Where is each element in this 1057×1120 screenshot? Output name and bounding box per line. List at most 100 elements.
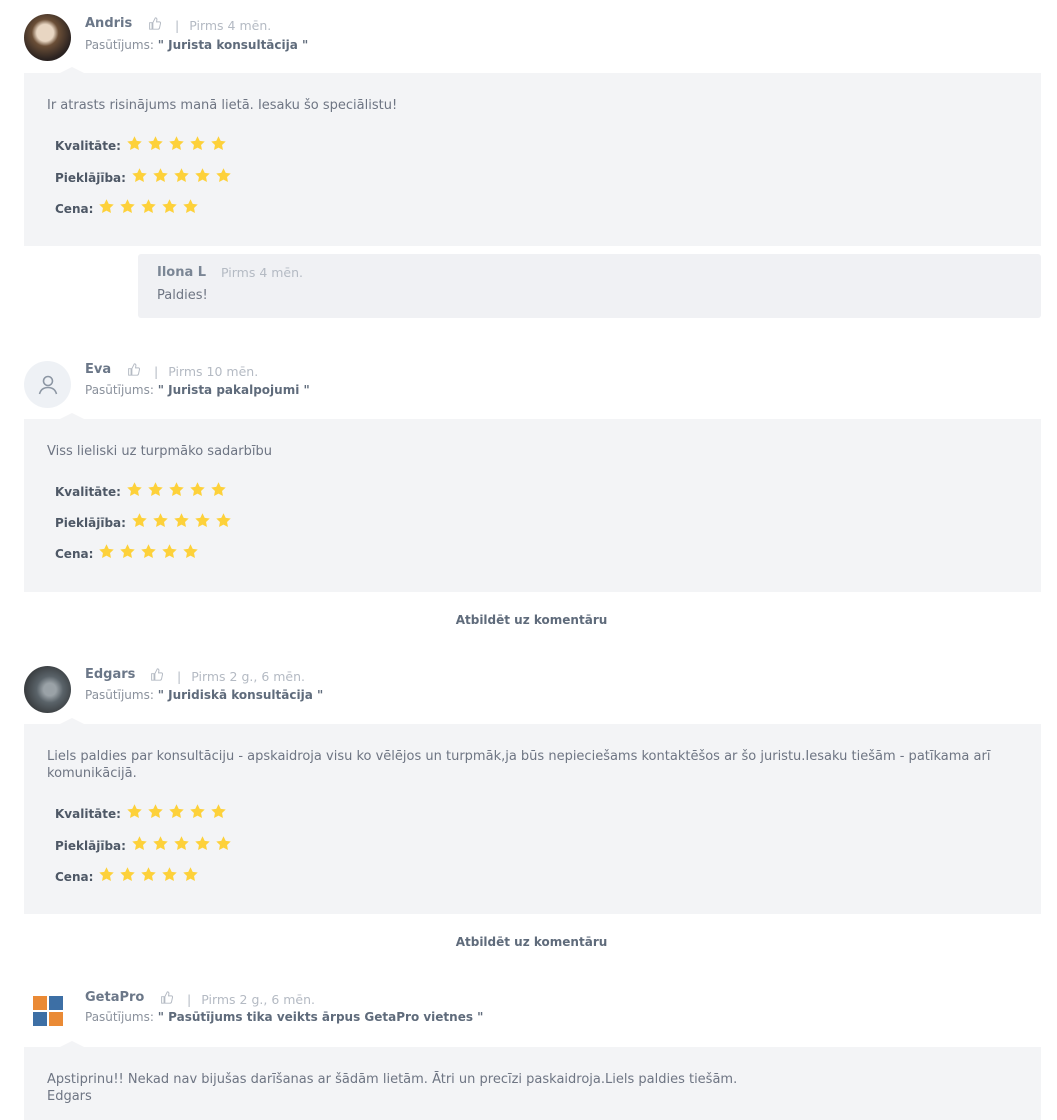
review-meta: | Pirms 2 g., 6 mēn. bbox=[160, 991, 315, 1007]
rating-row: Kvalitāte: bbox=[55, 135, 231, 153]
avatar[interactable] bbox=[24, 361, 71, 408]
rating-stars bbox=[98, 866, 203, 883]
star-icon bbox=[162, 867, 178, 882]
review-time: Pirms 10 mēn. bbox=[168, 363, 259, 379]
avatar[interactable] bbox=[24, 14, 71, 61]
rating-label: Cena: bbox=[55, 546, 94, 561]
rating-row: Cena: bbox=[55, 198, 203, 216]
reply-author[interactable]: Ilona L bbox=[157, 265, 206, 280]
review-time: Pirms 2 g., 6 mēn. bbox=[191, 668, 306, 684]
star-icon bbox=[174, 836, 189, 851]
logo-grid bbox=[33, 996, 63, 1026]
order-prefix: Pasūtījums: bbox=[85, 383, 154, 397]
rating-label: Pieklājība: bbox=[55, 515, 126, 530]
star-icon bbox=[190, 482, 205, 497]
thumbs-up-icon[interactable] bbox=[148, 17, 162, 33]
comment-signature: Edgars bbox=[47, 1089, 92, 1104]
star-icon bbox=[127, 136, 142, 151]
star-icon bbox=[141, 199, 157, 214]
thumbs-up-icon[interactable] bbox=[160, 991, 174, 1007]
rating-row: Pieklājība: bbox=[55, 835, 236, 853]
reply-to-comment-link[interactable]: Atbildēt uz komentāru bbox=[0, 613, 1057, 627]
user-icon bbox=[38, 375, 57, 394]
rating-label: Kvalitāte: bbox=[55, 138, 121, 153]
separator: | bbox=[177, 668, 182, 684]
reviewer-name[interactable]: Andris bbox=[85, 16, 132, 31]
star-icon bbox=[132, 168, 147, 183]
rating-stars bbox=[131, 167, 236, 184]
logo-tile-icon bbox=[33, 1012, 47, 1026]
rating-row: Cena: bbox=[55, 866, 203, 884]
star-icon bbox=[216, 836, 231, 851]
star-icon bbox=[183, 199, 199, 214]
star-icon bbox=[211, 136, 226, 151]
rating-label: Kvalitāte: bbox=[55, 484, 121, 499]
review-bubble: Viss lieliski uz turpmāko sadarbību Kval… bbox=[24, 413, 1041, 592]
star-icon bbox=[99, 544, 115, 559]
logo-tile-icon bbox=[49, 996, 63, 1010]
rating-row: Cena: bbox=[55, 543, 203, 561]
review-time: Pirms 2 g., 6 mēn. bbox=[201, 991, 316, 1007]
star-icon bbox=[174, 513, 189, 528]
star-icon bbox=[211, 804, 226, 819]
order-line: Pasūtījums: " Pasūtījums tika veikts ārp… bbox=[85, 1010, 483, 1024]
star-icon bbox=[183, 544, 199, 559]
star-icon bbox=[169, 804, 184, 819]
star-icon bbox=[120, 199, 136, 214]
star-icon bbox=[148, 804, 163, 819]
star-icon bbox=[162, 544, 178, 559]
separator: | bbox=[154, 363, 159, 379]
comment-text: Viss lieliski uz turpmāko sadarbību bbox=[47, 444, 272, 459]
rating-stars bbox=[131, 512, 236, 529]
star-icon bbox=[162, 199, 178, 214]
order-prefix: Pasūtījums: bbox=[85, 1010, 154, 1024]
order-title[interactable]: " Pasūtījums tika veikts ārpus GetaPro v… bbox=[158, 1010, 484, 1024]
rating-label: Pieklājība: bbox=[55, 170, 126, 185]
rating-stars bbox=[126, 481, 231, 498]
reply-to-comment-link[interactable]: Atbildēt uz komentāru bbox=[0, 935, 1057, 949]
star-icon bbox=[195, 168, 210, 183]
reviewer-name[interactable]: Eva bbox=[85, 362, 111, 377]
star-icon bbox=[211, 482, 226, 497]
star-icon bbox=[132, 513, 147, 528]
reviewer-name[interactable]: Edgars bbox=[85, 667, 135, 682]
rating-row: Kvalitāte: bbox=[55, 803, 231, 821]
star-icon bbox=[120, 867, 136, 882]
review-bubble: Apstiprinu!! Nekad nav bijušas darīšanas… bbox=[24, 1041, 1041, 1120]
order-title[interactable]: " Jurista pakalpojumi " bbox=[158, 383, 310, 397]
separator: | bbox=[175, 17, 180, 33]
review-meta: | Pirms 2 g., 6 mēn. bbox=[150, 668, 305, 684]
reply-time: Pirms 4 mēn. bbox=[221, 265, 304, 280]
star-icon bbox=[99, 199, 115, 214]
reply-text: Paldies! bbox=[157, 288, 208, 303]
thumbs-up-icon[interactable] bbox=[150, 668, 164, 684]
star-icon bbox=[148, 136, 163, 151]
order-title[interactable]: " Juridiskā konsultācija " bbox=[158, 688, 324, 702]
star-icon bbox=[174, 168, 189, 183]
comment-text: Liels paldies par konsultāciju - apskaid… bbox=[47, 749, 991, 781]
rating-stars bbox=[126, 135, 231, 152]
star-icon bbox=[190, 804, 205, 819]
review-meta: | Pirms 4 mēn. bbox=[148, 17, 271, 33]
review-bubble: Liels paldies par konsultāciju - apskaid… bbox=[24, 718, 1041, 914]
reviewer-name[interactable]: GetaPro bbox=[85, 990, 144, 1005]
getapro-logo-icon[interactable] bbox=[32, 995, 64, 1027]
order-title[interactable]: " Jurista konsultācija " bbox=[158, 38, 309, 52]
order-line: Pasūtījums: " Jurista konsultācija " bbox=[85, 38, 308, 52]
star-icon bbox=[169, 482, 184, 497]
thumbs-up-icon[interactable] bbox=[127, 363, 141, 379]
order-prefix: Pasūtījums: bbox=[85, 688, 154, 702]
avatar[interactable] bbox=[24, 666, 71, 713]
review-time: Pirms 4 mēn. bbox=[189, 17, 272, 33]
star-icon bbox=[153, 513, 168, 528]
star-icon bbox=[195, 836, 210, 851]
review-meta: | Pirms 10 mēn. bbox=[127, 363, 258, 379]
comment-text: Ir atrasts risinājums manā lietā. Iesaku… bbox=[47, 98, 398, 113]
star-icon bbox=[120, 544, 136, 559]
star-icon bbox=[195, 513, 210, 528]
rating-label: Pieklājība: bbox=[55, 838, 126, 853]
star-icon bbox=[141, 544, 157, 559]
star-icon bbox=[216, 513, 231, 528]
order-prefix: Pasūtījums: bbox=[85, 38, 154, 52]
star-icon bbox=[141, 867, 157, 882]
